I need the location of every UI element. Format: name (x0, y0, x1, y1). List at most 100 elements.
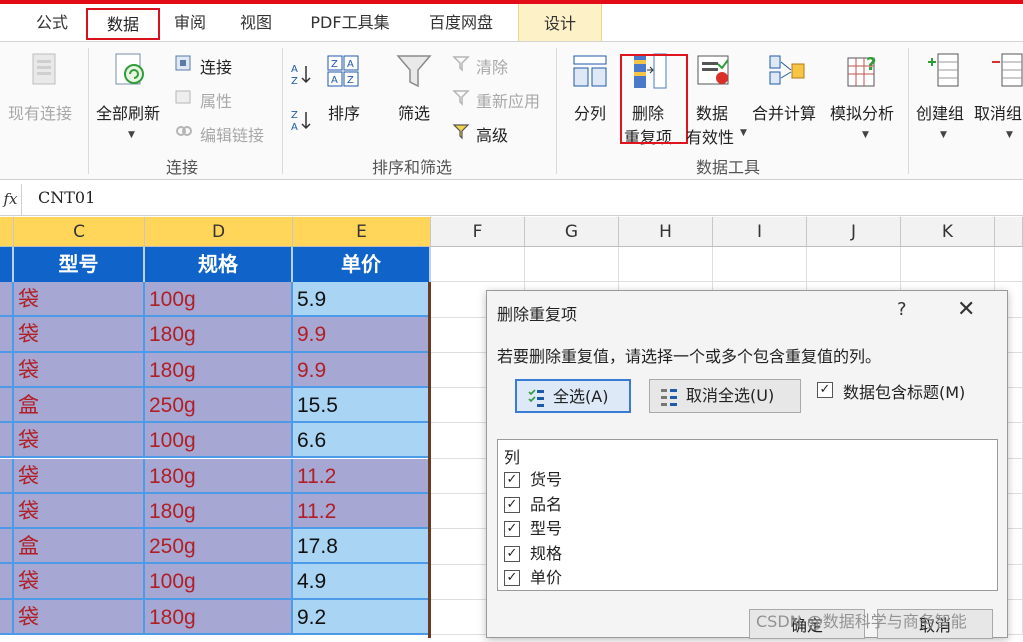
column-checkbox[interactable]: ✓ (504, 570, 520, 586)
clear-button[interactable]: 清除 (476, 54, 508, 78)
empty-cell[interactable] (525, 247, 619, 283)
table-cell[interactable] (0, 458, 14, 494)
filter-button[interactable]: 筛选 (398, 100, 430, 124)
data-validation-label-2[interactable]: 有效性 (686, 124, 734, 148)
table-cell[interactable]: 袋 (14, 458, 145, 494)
table-cell[interactable]: 9.9 (293, 317, 431, 353)
column-header-c[interactable]: C (14, 217, 145, 247)
table-cell[interactable] (0, 387, 14, 424)
unselect-all-button[interactable]: 取消全选(U) (649, 379, 801, 413)
table-cell[interactable] (0, 493, 14, 530)
group-button[interactable]: 创建组 (916, 100, 964, 124)
column-header-h[interactable]: H (619, 217, 713, 247)
table-cell[interactable]: 袋 (14, 352, 145, 388)
table-cell[interactable]: 4.9 (293, 564, 431, 600)
table-cell[interactable] (0, 282, 14, 318)
table-cell[interactable]: 17.8 (293, 529, 431, 565)
connections-button[interactable]: 连接 (200, 54, 232, 78)
sort-ascending-icon[interactable]: AZ (290, 62, 312, 90)
table-cell[interactable]: 250g (145, 529, 293, 565)
sort-button[interactable]: 排序 (328, 100, 360, 124)
table-cell[interactable]: 100g (145, 282, 293, 318)
column-header-b[interactable] (0, 217, 14, 247)
table-cell[interactable]: 袋 (14, 423, 145, 459)
table-cell[interactable]: 5.9 (293, 282, 431, 318)
tab-baidu-pan[interactable]: 百度网盘 (416, 8, 506, 40)
column-checkbox[interactable]: ✓ (504, 545, 520, 562)
table-cell[interactable] (0, 317, 14, 353)
empty-cell[interactable] (431, 247, 525, 283)
what-if-dropdown-icon[interactable]: ▼ (862, 130, 869, 140)
tab-review[interactable]: 审阅 (162, 8, 218, 40)
column-header-d[interactable]: D (145, 217, 293, 247)
data-validation-dropdown-icon[interactable]: ▼ (740, 128, 747, 138)
column-checkbox[interactable]: ✓ (504, 472, 520, 488)
table-cell[interactable] (0, 529, 14, 565)
existing-connections-button[interactable]: 现有连接 (8, 100, 72, 124)
properties-button[interactable]: 属性 (200, 88, 232, 112)
table-cell[interactable]: 盒 (14, 387, 145, 424)
table-cell[interactable]: 6.6 (293, 423, 431, 459)
table-cell[interactable]: 袋 (14, 599, 145, 635)
tab-data[interactable]: 数据 (86, 8, 160, 40)
ungroup-button[interactable]: 取消组 (974, 100, 1022, 124)
table-cell[interactable]: 15.5 (293, 387, 431, 424)
table-cell[interactable]: 180g (145, 458, 293, 494)
close-icon[interactable]: ✕ (957, 297, 975, 322)
columns-listbox[interactable]: 列 ✓ 货号 ✓ 品名 ✓ 型号 ✓ 规格 ✓ 单价 (497, 439, 998, 591)
table-cell[interactable] (0, 423, 14, 459)
table-cell[interactable] (0, 564, 14, 600)
empty-cell[interactable] (901, 247, 995, 283)
empty-cell[interactable] (995, 247, 1023, 283)
table-cell[interactable]: 袋 (14, 317, 145, 353)
edit-links-button[interactable]: 编辑链接 (200, 122, 264, 146)
advanced-button[interactable]: 高级 (476, 122, 508, 146)
table-cell[interactable]: 9.2 (293, 599, 431, 635)
column-header-e[interactable]: E (293, 217, 431, 247)
empty-cell[interactable] (807, 247, 901, 283)
table-cell[interactable]: 180g (145, 352, 293, 388)
column-checkbox[interactable]: ✓ (504, 496, 520, 513)
refresh-all-button[interactable]: 全部刷新 (96, 100, 160, 124)
table-cell[interactable] (0, 352, 14, 388)
column-header-j[interactable]: J (807, 217, 901, 247)
table-cell[interactable]: 11.2 (293, 458, 431, 494)
reapply-button[interactable]: 重新应用 (476, 88, 540, 112)
column-checkbox[interactable]: ✓ (504, 521, 520, 537)
table-cell[interactable]: 180g (145, 599, 293, 635)
text-to-columns-button[interactable]: 分列 (574, 100, 606, 124)
ungroup-dropdown-icon[interactable]: ▼ (1006, 130, 1013, 140)
table-cell[interactable]: 袋 (14, 493, 145, 530)
table-cell[interactable]: 袋 (14, 282, 145, 318)
what-if-analysis-button[interactable]: 模拟分析 (830, 100, 894, 124)
column-header-f[interactable]: F (431, 217, 525, 247)
column-header-g[interactable]: G (525, 217, 619, 247)
data-validation-label-1[interactable]: 数据 (696, 100, 728, 124)
consolidate-button[interactable]: 合并计算 (752, 100, 816, 124)
tab-formulas[interactable]: 公式 (22, 8, 82, 40)
table-cell[interactable]: 180g (145, 493, 293, 530)
table-cell[interactable]: 180g (145, 317, 293, 353)
column-header-i[interactable]: I (713, 217, 807, 247)
column-header-k[interactable]: K (901, 217, 995, 247)
table-cell[interactable]: 250g (145, 387, 293, 424)
column-header-l[interactable] (995, 217, 1023, 247)
formula-input[interactable]: CNT01 (38, 188, 95, 207)
tab-pdf-tools[interactable]: PDF工具集 (300, 8, 400, 40)
tab-design[interactable]: 设计 (518, 4, 602, 41)
table-cell[interactable]: 100g (145, 423, 293, 459)
empty-cell[interactable] (713, 247, 807, 283)
empty-cell[interactable] (619, 247, 713, 283)
tab-view[interactable]: 视图 (228, 8, 284, 40)
table-cell[interactable]: 袋 (14, 564, 145, 600)
table-cell[interactable]: 盒 (14, 529, 145, 565)
sort-descending-icon[interactable]: ZA (290, 108, 312, 136)
table-cell[interactable] (0, 599, 14, 635)
help-icon[interactable]: ? (897, 299, 907, 320)
table-cell[interactable]: 100g (145, 564, 293, 600)
has-headers-checkbox[interactable]: ✓ (817, 382, 833, 398)
select-all-button[interactable]: 全选(A) (515, 379, 631, 413)
fx-icon[interactable]: fx (0, 184, 22, 215)
table-cell[interactable]: 9.9 (293, 352, 431, 388)
group-dropdown-icon[interactable]: ▼ (940, 130, 947, 140)
